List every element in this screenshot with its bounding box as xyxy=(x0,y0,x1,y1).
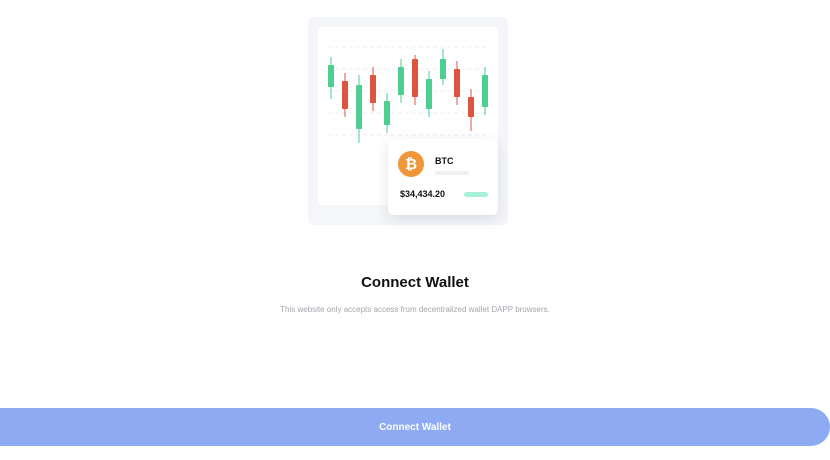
candle-up xyxy=(398,59,404,103)
connect-wallet-page: ₿ BTC $34,434.20 Connect Wallet This web… xyxy=(0,0,830,460)
candle-up xyxy=(328,57,334,99)
connect-wallet-button[interactable]: Connect Wallet xyxy=(0,408,830,446)
candle-down xyxy=(468,89,474,131)
candle-body xyxy=(454,69,460,97)
candle-up xyxy=(426,71,432,117)
chart-candles xyxy=(328,49,488,143)
candle-body xyxy=(440,59,446,79)
candle-body xyxy=(342,81,348,109)
candle-down xyxy=(454,61,460,105)
candle-down xyxy=(342,73,348,117)
candle-body xyxy=(370,75,376,103)
chart-gridlines xyxy=(328,46,488,136)
candle-body xyxy=(468,97,474,117)
candle-up xyxy=(384,93,390,133)
candle-body xyxy=(412,59,418,97)
candle-up xyxy=(482,67,488,115)
coin-symbol: BTC xyxy=(435,156,454,166)
bitcoin-icon: ₿ xyxy=(398,151,424,177)
candle-up xyxy=(356,75,362,143)
page-title: Connect Wallet xyxy=(361,274,469,291)
candle-body xyxy=(328,65,334,87)
coin-price: $34,434.20 xyxy=(400,189,446,199)
candle-body xyxy=(482,75,488,107)
candle-down xyxy=(370,67,376,111)
page-subtitle: This website only accepts access from de… xyxy=(280,305,550,314)
trading-illustration: ₿ BTC $34,434.20 xyxy=(308,17,508,225)
candle-up xyxy=(440,49,446,85)
candle-body xyxy=(384,101,390,125)
coin-price-card: ₿ BTC $34,434.20 xyxy=(388,139,498,215)
candle-down xyxy=(412,55,418,105)
price-change-pill xyxy=(464,192,488,197)
candle-body xyxy=(356,85,362,129)
coin-name-placeholder xyxy=(435,171,469,175)
candle-body xyxy=(426,79,432,109)
candle-body xyxy=(398,67,404,95)
